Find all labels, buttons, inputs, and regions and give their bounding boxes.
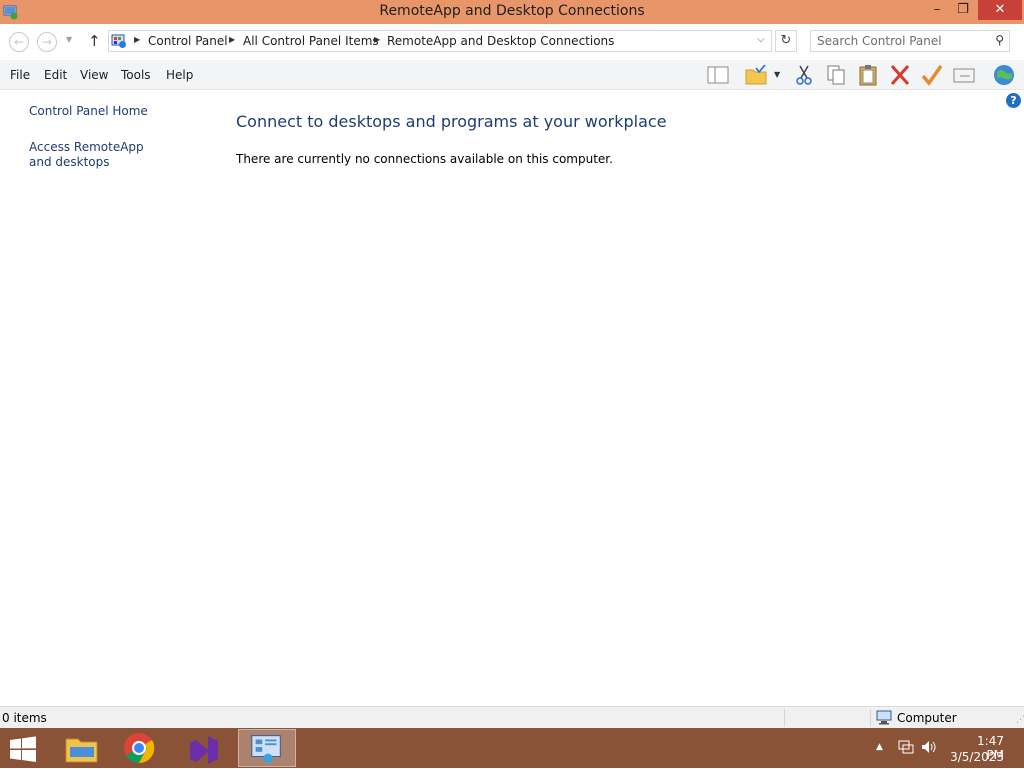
- control-panel-icon: [111, 34, 126, 48]
- help-icon[interactable]: ?: [1006, 93, 1021, 108]
- empty-state-message: There are currently no connections avail…: [236, 152, 613, 166]
- breadcrumb-remoteapp[interactable]: RemoteApp and Desktop Connections: [387, 34, 614, 48]
- copy-icon[interactable]: [824, 64, 848, 86]
- control-panel-taskbar-button[interactable]: [238, 729, 296, 767]
- delete-icon[interactable]: [888, 64, 912, 86]
- close-button[interactable]: ✕: [978, 0, 1022, 20]
- organize-dropdown-icon[interactable]: ▼: [774, 64, 784, 86]
- show-hidden-icons-button[interactable]: ▲: [876, 742, 883, 752]
- location-label: Computer: [897, 711, 957, 725]
- status-divider: [870, 709, 871, 727]
- paste-icon[interactable]: [856, 64, 880, 86]
- status-divider: [784, 709, 785, 727]
- maximize-button[interactable]: ❐: [950, 0, 976, 20]
- file-explorer-icon[interactable]: [52, 729, 110, 767]
- clock-date[interactable]: 3/5/2023: [948, 750, 1004, 764]
- taskbar: ▲ 1:47 PM 3/5/2023: [0, 728, 1024, 768]
- sidebar-link-control-panel-home[interactable]: Control Panel Home: [29, 104, 179, 119]
- status-bar: 0 items Computer ⋰: [0, 706, 1024, 728]
- breadcrumb-all-items[interactable]: All Control Panel Items: [243, 34, 379, 48]
- menu-view[interactable]: View: [80, 68, 108, 82]
- properties-icon[interactable]: [952, 64, 976, 86]
- navigation-bar: ← → ▼ ↑ ▶ Control Panel ▶ All Control Pa…: [0, 24, 1024, 60]
- menu-help[interactable]: Help: [166, 68, 193, 82]
- recent-locations-dropdown[interactable]: ▼: [66, 35, 72, 44]
- items-count: 0 items: [2, 711, 47, 725]
- back-button[interactable]: ←: [9, 32, 29, 52]
- refresh-button[interactable]: ↻: [775, 30, 797, 52]
- menu-edit[interactable]: Edit: [44, 68, 67, 82]
- title-bar[interactable]: RemoteApp and Desktop Connections – ❐ ✕: [0, 0, 1024, 24]
- cut-icon[interactable]: [792, 64, 816, 86]
- address-history-dropdown[interactable]: ⌵: [757, 34, 765, 45]
- network-icon[interactable]: [897, 739, 915, 755]
- control-panel-icon: [251, 735, 281, 764]
- visual-studio-icon[interactable]: [176, 729, 234, 767]
- menu-bar: File Edit View Tools Help ▼: [0, 60, 1024, 90]
- chrome-icon[interactable]: [110, 729, 168, 767]
- computer-icon: [876, 710, 892, 725]
- search-box[interactable]: ⚲: [810, 30, 1010, 52]
- sidebar-link-access-remoteapp[interactable]: Access RemoteApp and desktops: [29, 140, 164, 170]
- volume-icon[interactable]: [920, 739, 938, 755]
- menu-file[interactable]: File: [10, 68, 30, 82]
- forward-button[interactable]: →: [37, 32, 57, 52]
- layout-pane-icon[interactable]: [706, 64, 730, 86]
- page-title: Connect to desktops and programs at your…: [236, 112, 667, 131]
- breadcrumb-control-panel[interactable]: Control Panel: [148, 34, 228, 48]
- search-input[interactable]: [817, 33, 987, 49]
- checkmark-icon[interactable]: [920, 64, 944, 86]
- address-bar[interactable]: ▶ Control Panel ▶ All Control Panel Item…: [108, 30, 772, 52]
- explorer-window: RemoteApp and Desktop Connections – ❐ ✕ …: [0, 0, 1024, 728]
- minimize-button[interactable]: –: [924, 0, 950, 20]
- resize-grip-icon[interactable]: ⋰: [1016, 715, 1024, 725]
- search-icon[interactable]: ⚲: [995, 33, 1004, 47]
- breadcrumb-separator[interactable]: ▶: [134, 35, 140, 44]
- breadcrumb-separator[interactable]: ▶: [374, 35, 380, 44]
- window-title: RemoteApp and Desktop Connections: [379, 3, 645, 19]
- up-button[interactable]: ↑: [88, 32, 101, 50]
- globe-icon[interactable]: [990, 64, 1018, 86]
- start-button[interactable]: [8, 736, 38, 762]
- folder-check-icon[interactable]: [744, 64, 768, 86]
- menu-tools[interactable]: Tools: [121, 68, 151, 82]
- breadcrumb-separator[interactable]: ▶: [229, 35, 235, 44]
